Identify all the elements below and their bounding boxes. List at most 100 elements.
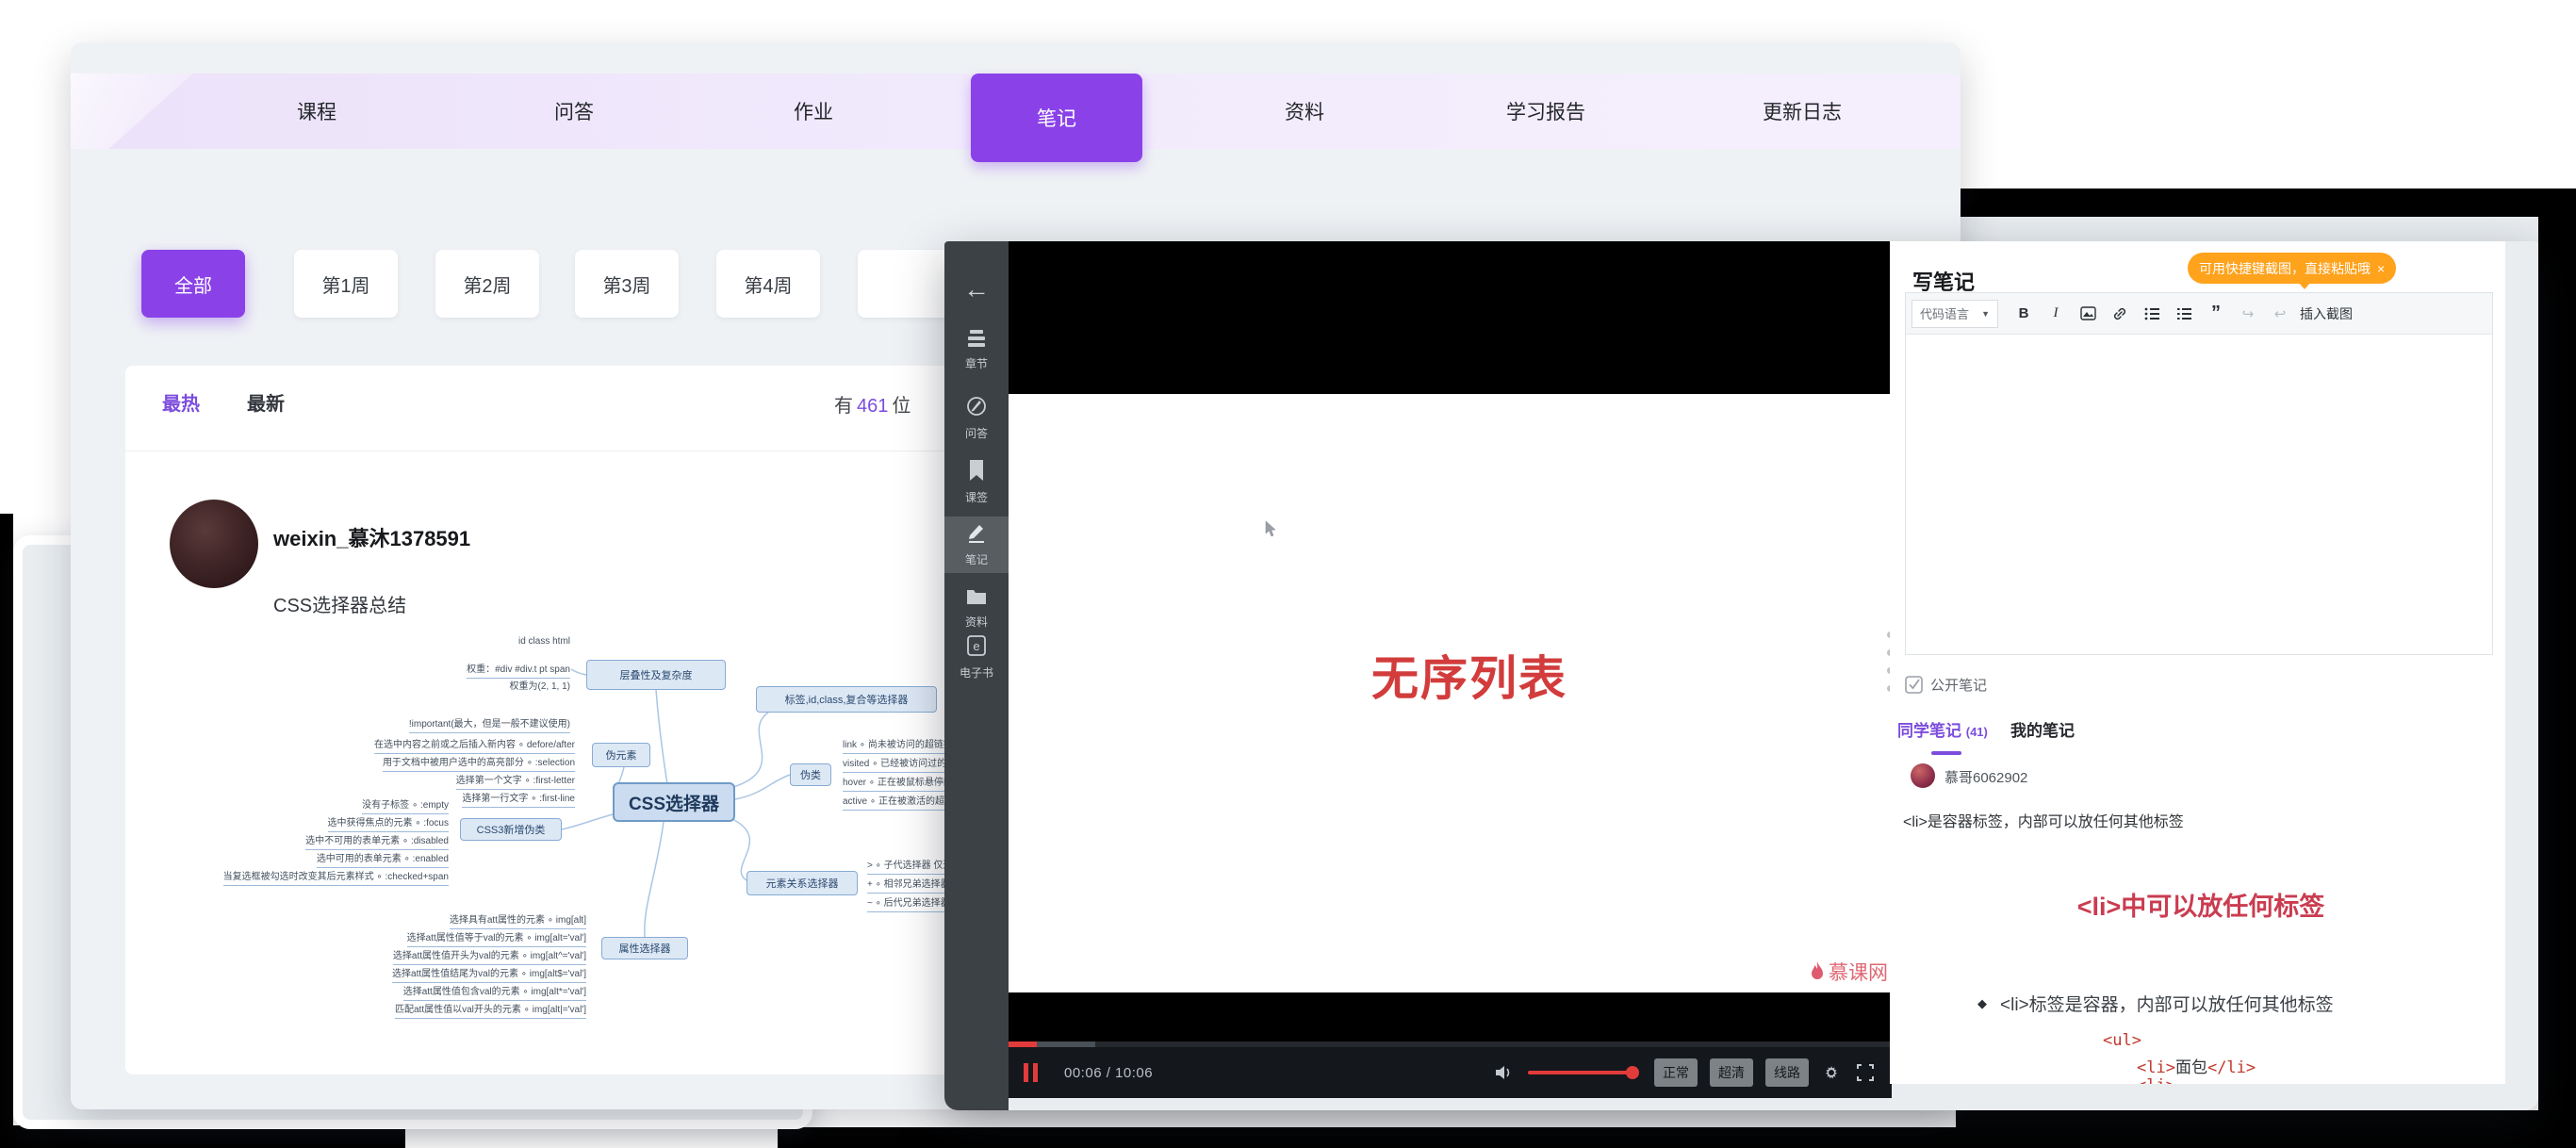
insert-screenshot-button[interactable]: 插入截图 xyxy=(2300,304,2353,323)
active-tab-underline xyxy=(1931,751,1961,755)
bullet-list-button[interactable] xyxy=(2136,300,2168,328)
sidebar-item-label: 问答 xyxy=(965,425,988,441)
pause-bar xyxy=(1024,1063,1028,1082)
tab-my-notes[interactable]: 我的笔记 xyxy=(2010,717,2075,741)
note-screenshot-heading: <li>中可以放任何标签 xyxy=(2031,886,2371,923)
qa-icon xyxy=(966,396,987,421)
player-window: ← 章节问答课签笔记资料e电子书 无序列表 慕课网 00:0 xyxy=(944,241,2538,1110)
nav-tab[interactable]: 更新日志 xyxy=(1763,74,1842,149)
backdrop-right-column xyxy=(2538,189,2576,1148)
sidebar-item-label: 笔记 xyxy=(965,551,988,567)
public-note-checkbox[interactable]: 公开笔记 xyxy=(1905,675,1987,695)
note-author[interactable]: weixin_慕沐1378591 xyxy=(273,522,470,552)
css-selector-mindmap-image: CSS选择器层叠性及复杂度伪元素CSS3新增伪类标签,id,class,复合等选… xyxy=(179,633,990,1074)
note-user-avatar[interactable] xyxy=(1911,763,1935,788)
speed-button[interactable]: 正常 xyxy=(1654,1058,1698,1087)
note-editor: 代码语言 ▼ B I ” ↪ ↩ xyxy=(1905,292,2493,655)
notes-count: 461 xyxy=(853,396,892,417)
filter-button[interactable]: 第3周 xyxy=(575,250,679,318)
quote-button[interactable]: ” xyxy=(2200,300,2232,328)
code-language-select[interactable]: 代码语言 ▼ xyxy=(1911,300,1998,328)
svg-text:e: e xyxy=(973,639,979,653)
sidebar-item-label: 资料 xyxy=(965,614,988,630)
tabbar-sheen xyxy=(71,74,231,149)
chevron-down-icon: ▼ xyxy=(1981,309,1990,319)
numbered-list-button[interactable] xyxy=(2168,300,2200,328)
note-text: <li>是容器标签，内部可以放任何其他标签 xyxy=(1903,809,2184,831)
sidebar-item-ebook[interactable]: e电子书 xyxy=(944,630,1009,686)
link-button[interactable] xyxy=(2104,300,2136,328)
mindmap-leaf-text: 用于文档中被用户选中的高亮部分 ∘ :selection xyxy=(383,757,575,772)
mindmap-leaf-text: 选择第一行文字 ∘ :first-line xyxy=(462,793,575,808)
editor-toolbar: 代码语言 ▼ B I ” ↪ ↩ xyxy=(1906,293,2492,335)
page: { "colors": { "accent":"#8a42e8", "accen… xyxy=(0,0,2576,1148)
nav-tab[interactable]: 学习报告 xyxy=(1506,74,1585,149)
code-line: <ul> xyxy=(2103,1031,2141,1050)
pause-button[interactable] xyxy=(1024,1063,1038,1082)
mindmap-leaf-text: 选中获得焦点的元素 ∘ :focus xyxy=(328,817,450,832)
mindmap-leaf-text: 选择att属性值等于val的元素 ∘ img[alt='val'] xyxy=(407,932,586,947)
chapters-icon xyxy=(966,330,987,352)
note-screenshot-bullet: ◆ <li>标签是容器，内部可以放任何其他标签 xyxy=(1977,991,2334,1016)
sidebar-item-qa[interactable]: 问答 xyxy=(944,390,1009,447)
image-button[interactable] xyxy=(2072,300,2104,328)
mindmap-leaf-text: 选择att属性值包含val的元素 ∘ img[alt*='val'] xyxy=(403,986,586,1001)
filter-button[interactable]: 第2周 xyxy=(435,250,539,318)
nav-tab[interactable]: 资料 xyxy=(1285,74,1324,149)
avatar[interactable] xyxy=(170,500,258,588)
line-button[interactable]: 线路 xyxy=(1765,1058,1809,1087)
sort-tab-hot[interactable]: 最热 xyxy=(162,388,200,416)
mindmap-leaf-text: 匹配att属性值以val开头的元素 ∘ img[alt|='val'] xyxy=(395,1004,586,1019)
mindmap-leaf-text: 选择att属性值结尾为val的元素 ∘ img[alt$='val'] xyxy=(392,968,586,983)
sidebar-item-chapters[interactable]: 章节 xyxy=(944,324,1009,377)
checkbox-checked-icon xyxy=(1905,676,1923,694)
sidebar-item-bookmark[interactable]: 课签 xyxy=(944,454,1009,511)
note-input[interactable] xyxy=(1906,335,2492,654)
quality-button[interactable]: 超清 xyxy=(1710,1058,1753,1087)
mindmap-leaf-text: 没有子标签 ∘ :empty xyxy=(362,799,449,814)
player-sidebar: ← 章节问答课签笔记资料e电子书 xyxy=(944,241,1009,1110)
filter-button[interactable]: 第4周 xyxy=(716,250,820,318)
note-title[interactable]: CSS选择器总结 xyxy=(273,590,406,617)
mindmap-leaf-text: 选择具有att属性的元素 ∘ img[alt] xyxy=(450,914,586,929)
redo-button[interactable]: ↪ xyxy=(2232,300,2264,328)
ebook-icon: e xyxy=(967,635,986,661)
mindmap-node: 属性选择器 xyxy=(601,937,688,959)
italic-button[interactable]: I xyxy=(2040,300,2072,328)
bookmark-icon xyxy=(968,460,985,485)
fullscreen-icon[interactable] xyxy=(1856,1063,1875,1082)
mindmap-node: 伪类 xyxy=(790,763,831,786)
nav-tab-active[interactable]: 笔记 xyxy=(971,74,1142,162)
filter-button[interactable]: 第1周 xyxy=(294,250,398,318)
sidebar-item-folder[interactable]: 资料 xyxy=(944,582,1009,635)
sort-tab-new[interactable]: 最新 xyxy=(247,388,285,416)
image-icon xyxy=(2080,306,2096,320)
note-pencil-icon xyxy=(966,522,987,548)
settings-gear-icon[interactable] xyxy=(1822,1063,1841,1082)
numbered-list-icon xyxy=(2176,307,2192,320)
undo-button[interactable]: ↩ xyxy=(2264,300,2296,328)
diamond-bullet-icon: ◆ xyxy=(1977,996,1987,1011)
volume-slider[interactable] xyxy=(1528,1071,1633,1074)
notes-panel: 写笔记 可用快捷键截图，直接粘贴哦 × 代码语言 ▼ B I xyxy=(1890,241,2505,1084)
imooc-watermark: 慕课网 xyxy=(1810,958,1888,986)
video-slide: 无序列表 慕课网 xyxy=(1009,394,1892,992)
nav-tab[interactable]: 课程 xyxy=(297,74,336,149)
volume-icon[interactable] xyxy=(1494,1063,1515,1082)
tab-classmates-notes[interactable]: 同学笔记 (41) xyxy=(1897,717,1988,741)
mindmap-node: CSS3新增伪类 xyxy=(460,818,562,841)
bold-button[interactable]: B xyxy=(2008,300,2040,328)
video-player[interactable]: 无序列表 慕课网 00:06 / 10:06 xyxy=(1009,241,1892,1098)
nav-tab[interactable]: 问答 xyxy=(554,74,594,149)
back-button[interactable]: ← xyxy=(944,270,1009,309)
volume-knob[interactable] xyxy=(1626,1066,1639,1079)
sidebar-item-note-pencil[interactable]: 笔记 xyxy=(944,517,1009,573)
nav-tab[interactable]: 作业 xyxy=(794,74,833,149)
sidebar-item-label: 章节 xyxy=(965,355,988,371)
badge-close-icon[interactable]: × xyxy=(2377,261,2385,276)
filter-button[interactable]: 全部 xyxy=(141,250,245,318)
pause-bar xyxy=(1033,1063,1038,1082)
note-user-name[interactable]: 慕哥6062902 xyxy=(1944,767,2027,787)
mindmap-leaf-text: 选中不可用的表单元素 ∘ :disabled xyxy=(305,835,449,850)
video-time: 00:06 / 10:06 xyxy=(1064,1065,1153,1081)
